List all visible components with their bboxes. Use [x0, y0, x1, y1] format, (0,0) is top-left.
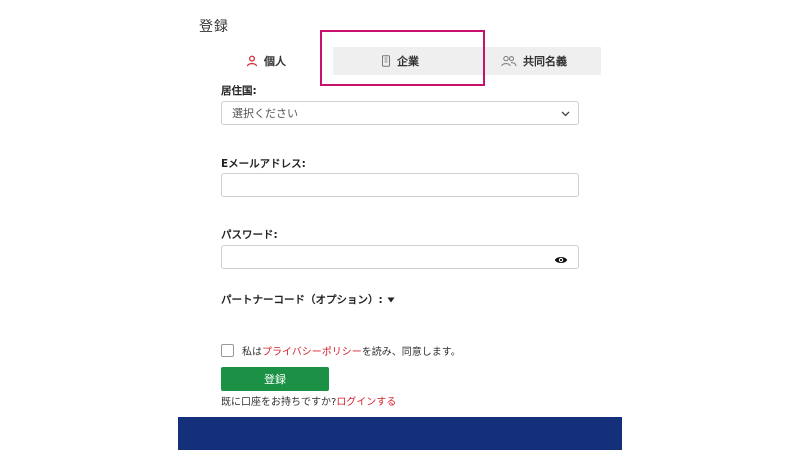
tab-joint[interactable]: 共同名義: [467, 47, 601, 75]
account-type-tabs: 個人 企業 共同名義: [199, 47, 601, 75]
chevron-down-icon: [561, 107, 570, 120]
tab-corporate-label: 企業: [397, 55, 419, 68]
privacy-consent: 私はプライバシーポリシーを読み、同意します。: [221, 343, 461, 358]
country-select-value: 選択ください: [232, 107, 298, 120]
people-icon: [501, 55, 517, 67]
password-label: パスワード:: [221, 229, 278, 241]
partner-code-label: パートナーコード（オプション）:: [221, 294, 383, 306]
tab-individual-label: 個人: [264, 55, 286, 68]
tab-corporate[interactable]: 企業: [333, 47, 467, 75]
tab-joint-label: 共同名義: [523, 55, 567, 68]
login-prompt-text: 既に口座をお持ちですか?: [221, 397, 337, 408]
register-button[interactable]: 登録: [221, 367, 329, 391]
footer-bar: [178, 417, 622, 450]
login-link[interactable]: ログインする: [336, 397, 396, 408]
partner-code-toggle[interactable]: パートナーコード（オプション）:: [221, 292, 395, 307]
consent-suffix: を読み、同意します。: [361, 347, 461, 358]
page-title: 登録: [199, 19, 229, 35]
consent-prefix: 私は: [242, 347, 262, 358]
country-label: 居住国:: [221, 85, 257, 97]
person-icon: [246, 55, 258, 67]
email-label: Eメールアドレス:: [221, 158, 306, 170]
privacy-consent-text: 私はプライバシーポリシーを読み、同意します。: [242, 343, 461, 358]
privacy-policy-link[interactable]: プライバシーポリシー: [262, 347, 362, 358]
email-field[interactable]: [221, 173, 579, 197]
login-prompt: 既に口座をお持ちですか?ログインする: [221, 393, 396, 408]
caret-down-icon: [387, 294, 395, 306]
country-select[interactable]: 選択ください: [221, 101, 579, 125]
show-password-eye-icon[interactable]: [554, 251, 568, 270]
building-icon: [381, 55, 391, 67]
tab-individual[interactable]: 個人: [199, 47, 333, 75]
privacy-consent-checkbox[interactable]: [221, 344, 234, 357]
password-field[interactable]: [221, 245, 579, 269]
